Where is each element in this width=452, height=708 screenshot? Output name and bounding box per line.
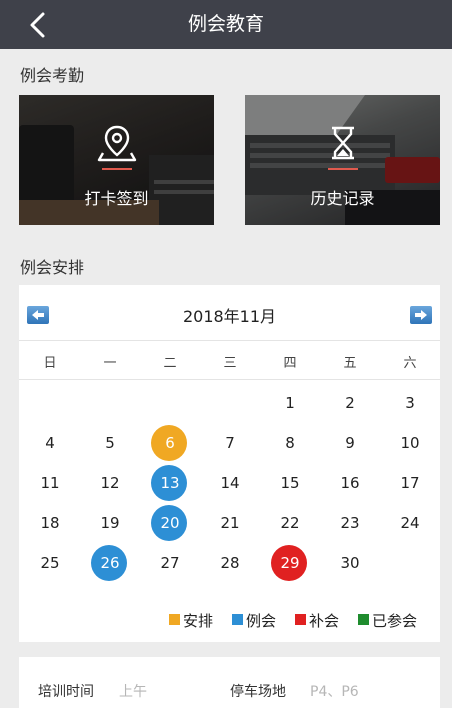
- weekday-label: 五: [343, 356, 357, 371]
- day-number: 13: [160, 474, 180, 492]
- calendar-day[interactable]: 21: [200, 503, 260, 543]
- day-number: 12: [100, 474, 120, 492]
- history-card[interactable]: 历史记录: [245, 95, 440, 225]
- calendar-day[interactable]: 18: [20, 503, 80, 543]
- day-number: 8: [285, 434, 295, 452]
- parking-value: P4、P6: [310, 684, 359, 700]
- calendar-day[interactable]: 9: [320, 423, 380, 463]
- day-number: 7: [225, 434, 235, 452]
- day-number: 18: [40, 514, 60, 532]
- calendar-day[interactable]: 12: [80, 463, 140, 503]
- training-time-value: 上午: [119, 684, 147, 700]
- calendar-day[interactable]: 28: [200, 543, 260, 583]
- checkin-underline: [102, 168, 132, 170]
- calendar-day[interactable]: 8: [260, 423, 320, 463]
- day-number: 11: [40, 474, 60, 492]
- schedule-section-title: 例会安排: [20, 258, 85, 277]
- calendar-day[interactable]: 2: [320, 383, 380, 423]
- checkin-card[interactable]: 打卡签到: [19, 95, 214, 225]
- weekday-label: 二: [163, 356, 177, 371]
- calendar-day[interactable]: 27: [140, 543, 200, 583]
- checkin-label: 打卡签到: [84, 189, 149, 208]
- calendar-day[interactable]: 5: [80, 423, 140, 463]
- day-number: 10: [400, 434, 420, 452]
- day-number: 6: [165, 434, 175, 452]
- legend-label: 已参会: [372, 612, 418, 630]
- calendar-day[interactable]: 7: [200, 423, 260, 463]
- day-number: 28: [220, 554, 240, 572]
- calendar-day[interactable]: 25: [20, 543, 80, 583]
- day-number: 4: [45, 434, 55, 452]
- calendar-day[interactable]: 1: [260, 383, 320, 423]
- day-number: 17: [400, 474, 420, 492]
- day-number: 29: [280, 554, 300, 572]
- day-number: 16: [340, 474, 360, 492]
- day-number: 19: [100, 514, 120, 532]
- calendar-day[interactable]: 6: [140, 423, 200, 463]
- day-number: 9: [345, 434, 355, 452]
- weekday-label: 日: [43, 356, 57, 371]
- calendar-day[interactable]: 20: [140, 503, 200, 543]
- calendar-day[interactable]: 22: [260, 503, 320, 543]
- next-month-button[interactable]: [410, 306, 432, 324]
- day-number: 1: [285, 394, 295, 412]
- weekday-label: 三: [223, 356, 237, 371]
- parking-label: 停车场地: [230, 684, 286, 700]
- calendar-day[interactable]: 30: [320, 543, 380, 583]
- day-number: 3: [405, 394, 415, 412]
- calendar: 2018年11月 日一二三四五六 1 2 3 4 5 6 7 8 9 10 11 12 13 14 15 16…: [19, 285, 440, 642]
- calendar-day[interactable]: 10: [380, 423, 440, 463]
- calendar-month-title: 2018年11月: [182, 307, 277, 326]
- top-nav-bar: 例会教育: [0, 0, 452, 49]
- page-title: 例会教育: [187, 13, 264, 35]
- legend-swatch: [295, 614, 306, 625]
- day-number: 22: [280, 514, 300, 532]
- calendar-day[interactable]: 13: [140, 463, 200, 503]
- location-pin-icon: [97, 123, 137, 163]
- legend-label: 例会: [246, 612, 277, 630]
- legend-swatch: [358, 614, 369, 625]
- attendance-section-title: 例会考勤: [20, 66, 85, 85]
- hourglass-icon: [323, 123, 363, 163]
- day-number: 30: [340, 554, 360, 572]
- legend-label: 安排: [183, 612, 214, 630]
- day-number: 25: [40, 554, 60, 572]
- day-number: 23: [340, 514, 360, 532]
- weekday-header-row: 日一二三四五六: [19, 340, 440, 380]
- meeting-info-panel: 培训时间 上午 停车场地 P4、P6: [19, 657, 440, 708]
- day-number: 5: [105, 434, 115, 452]
- calendar-day[interactable]: 14: [200, 463, 260, 503]
- weekday-label: 一: [103, 356, 117, 371]
- calendar-day[interactable]: 4: [20, 423, 80, 463]
- day-number: 27: [160, 554, 180, 572]
- history-label: 历史记录: [310, 189, 375, 208]
- calendar-day[interactable]: 11: [20, 463, 80, 503]
- legend-swatch: [169, 614, 180, 625]
- day-number: 20: [160, 514, 180, 532]
- history-underline: [328, 168, 358, 170]
- training-time-label: 培训时间: [38, 684, 94, 700]
- day-number: 15: [280, 474, 300, 492]
- calendar-day[interactable]: 19: [80, 503, 140, 543]
- weekday-label: 四: [283, 356, 297, 371]
- legend-label: 补会: [309, 612, 340, 630]
- weekday-label: 六: [403, 356, 417, 371]
- calendar-day[interactable]: 17: [380, 463, 440, 503]
- calendar-day[interactable]: 3: [380, 383, 440, 423]
- calendar-day[interactable]: 23: [320, 503, 380, 543]
- calendar-day[interactable]: 15: [260, 463, 320, 503]
- calendar-header: 2018年11月: [19, 285, 440, 340]
- calendar-day[interactable]: 16: [320, 463, 380, 503]
- calendar-day[interactable]: 29: [260, 543, 320, 583]
- calendar-day[interactable]: 24: [380, 503, 440, 543]
- day-number: 14: [220, 474, 240, 492]
- calendar-day[interactable]: 26: [80, 543, 140, 583]
- day-number: 24: [400, 514, 420, 532]
- day-number: 21: [220, 514, 240, 532]
- legend-swatch: [232, 614, 243, 625]
- day-number: 2: [345, 394, 355, 412]
- day-number: 26: [100, 554, 120, 572]
